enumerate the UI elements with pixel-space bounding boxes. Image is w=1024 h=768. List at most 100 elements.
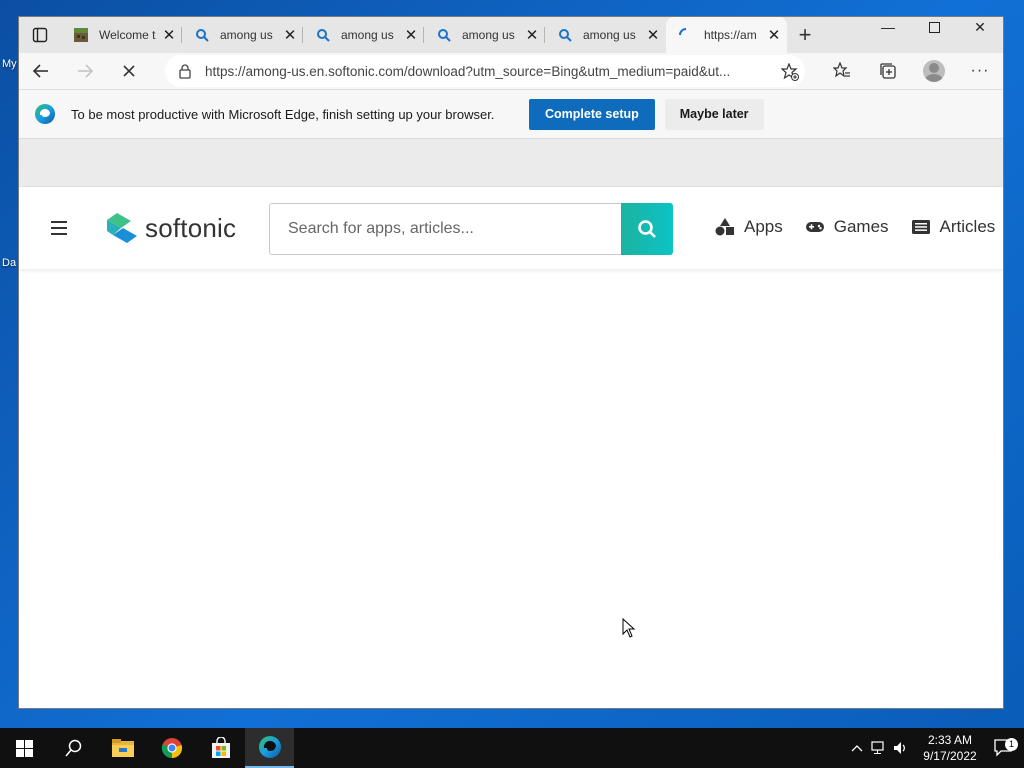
search-icon bbox=[436, 27, 452, 43]
tab-search-1[interactable]: among us ✕ bbox=[182, 17, 303, 53]
clock-time: 2:33 AM bbox=[927, 733, 973, 747]
start-button[interactable] bbox=[0, 728, 49, 768]
search-icon bbox=[194, 27, 210, 43]
site-search-button[interactable] bbox=[621, 203, 673, 255]
search-icon bbox=[64, 739, 81, 757]
mouse-cursor-icon bbox=[622, 617, 636, 643]
back-arrow-icon bbox=[32, 64, 48, 78]
maximize-icon[interactable] bbox=[911, 17, 957, 37]
forward-button[interactable] bbox=[63, 53, 107, 89]
window-controls: — ✕ bbox=[865, 17, 1003, 37]
softonic-logo[interactable]: softonic bbox=[107, 211, 236, 245]
page-top-bar bbox=[19, 139, 1003, 187]
collections-icon bbox=[880, 63, 896, 79]
menu-icon[interactable] bbox=[51, 221, 67, 239]
tab-title: https://am bbox=[704, 28, 757, 42]
logo-text: softonic bbox=[145, 212, 237, 243]
close-tab-icon[interactable]: ✕ bbox=[277, 17, 303, 53]
forward-arrow-icon bbox=[78, 64, 94, 78]
back-button[interactable] bbox=[19, 53, 63, 89]
articles-icon bbox=[911, 219, 931, 235]
edge-logo-icon bbox=[19, 103, 71, 125]
search-icon bbox=[315, 27, 331, 43]
favorites-button[interactable] bbox=[819, 53, 865, 89]
setup-infobar: To be most productive with Microsoft Edg… bbox=[19, 89, 1003, 139]
browser-window: Welcome t ✕ among us ✕ among us ✕ among … bbox=[18, 16, 1004, 709]
nav-label: Games bbox=[833, 217, 889, 236]
taskbar: 2:33 AM 9/17/2022 1 bbox=[0, 728, 1024, 768]
nav-label: Articles bbox=[939, 217, 996, 236]
tab-title: among us bbox=[462, 28, 515, 42]
close-tab-icon[interactable]: ✕ bbox=[519, 17, 545, 53]
clock-date: 9/17/2022 bbox=[923, 749, 977, 763]
new-tab-button[interactable]: + bbox=[787, 17, 823, 53]
tab-strip: Welcome t ✕ among us ✕ among us ✕ among … bbox=[19, 17, 1003, 53]
store-icon bbox=[211, 737, 230, 758]
more-icon: ··· bbox=[970, 62, 990, 79]
site-nav: Apps Games Articles bbox=[715, 217, 1003, 237]
profile-button[interactable] bbox=[911, 53, 957, 89]
loading-icon bbox=[678, 27, 694, 43]
page-content: softonic Apps Gam bbox=[19, 187, 1003, 708]
minimize-icon[interactable]: — bbox=[865, 17, 911, 37]
avatar bbox=[923, 60, 945, 82]
close-tab-icon[interactable]: ✕ bbox=[761, 17, 787, 53]
search-icon bbox=[638, 220, 656, 238]
favorites-icon bbox=[833, 62, 850, 78]
volume-icon[interactable] bbox=[890, 741, 912, 755]
collections-button[interactable] bbox=[865, 53, 911, 89]
taskbar-file-explorer[interactable] bbox=[98, 728, 147, 768]
chevron-up-icon[interactable] bbox=[846, 744, 868, 752]
tab-title: among us bbox=[220, 28, 273, 42]
url-text[interactable]: https://among-us.en.softonic.com/downloa… bbox=[205, 64, 765, 79]
stop-icon bbox=[123, 65, 135, 77]
nav-articles[interactable]: Articles bbox=[911, 217, 996, 237]
browser-toolbar: https://among-us.en.softonic.com/downloa… bbox=[19, 53, 1003, 89]
windows-logo-icon bbox=[16, 739, 33, 757]
add-favorite-icon[interactable] bbox=[779, 61, 801, 83]
maybe-later-button[interactable]: Maybe later bbox=[664, 98, 764, 130]
desktop-icon-label[interactable]: My bbox=[2, 58, 17, 70]
tab-welcome[interactable]: Welcome t ✕ bbox=[61, 17, 182, 53]
nav-games[interactable]: Games bbox=[805, 217, 889, 237]
address-bar[interactable]: https://among-us.en.softonic.com/downloa… bbox=[165, 55, 805, 87]
action-center-button[interactable]: 1 bbox=[984, 738, 1024, 757]
close-window-icon[interactable]: ✕ bbox=[957, 17, 1003, 37]
tab-title: among us bbox=[583, 28, 636, 42]
tab-search-4[interactable]: among us ✕ bbox=[545, 17, 666, 53]
close-tab-icon[interactable]: ✕ bbox=[156, 17, 182, 53]
close-tab-icon[interactable]: ✕ bbox=[398, 17, 424, 53]
network-icon[interactable] bbox=[868, 741, 890, 755]
desktop-icon-label[interactable]: Da bbox=[2, 257, 16, 269]
minecraft-icon bbox=[73, 27, 89, 43]
taskbar-chrome[interactable] bbox=[147, 728, 196, 768]
taskbar-edge[interactable] bbox=[245, 728, 294, 768]
settings-more-button[interactable]: ··· bbox=[957, 53, 1003, 89]
nav-label: Apps bbox=[744, 217, 783, 236]
toolbar-right: ··· bbox=[819, 53, 1003, 89]
complete-setup-button[interactable]: Complete setup bbox=[529, 98, 655, 130]
site-header: softonic Apps Gam bbox=[19, 187, 1003, 269]
lock-icon[interactable] bbox=[165, 63, 205, 79]
notification-count-badge: 1 bbox=[1005, 738, 1018, 751]
softonic-logo-icon bbox=[107, 211, 137, 245]
tab-title: Welcome t bbox=[99, 28, 156, 42]
edge-icon bbox=[258, 736, 281, 758]
tab-actions-icon bbox=[32, 27, 48, 43]
taskbar-search-button[interactable] bbox=[49, 728, 98, 768]
site-search-input[interactable] bbox=[269, 203, 621, 255]
search-icon bbox=[557, 27, 573, 43]
tab-active-loading[interactable]: https://am ✕ bbox=[666, 17, 787, 53]
tab-actions-button[interactable] bbox=[19, 17, 61, 53]
chrome-icon bbox=[161, 738, 182, 759]
system-tray: 2:33 AM 9/17/2022 1 bbox=[846, 728, 1024, 768]
site-search bbox=[269, 203, 673, 255]
tab-search-2[interactable]: among us ✕ bbox=[303, 17, 424, 53]
close-tab-icon[interactable]: ✕ bbox=[640, 17, 666, 53]
taskbar-clock[interactable]: 2:33 AM 9/17/2022 bbox=[916, 732, 984, 764]
taskbar-store[interactable] bbox=[196, 728, 245, 768]
stop-loading-button[interactable] bbox=[107, 53, 151, 89]
nav-apps[interactable]: Apps bbox=[715, 217, 783, 237]
tab-search-3[interactable]: among us ✕ bbox=[424, 17, 545, 53]
gamepad-icon bbox=[805, 220, 825, 234]
